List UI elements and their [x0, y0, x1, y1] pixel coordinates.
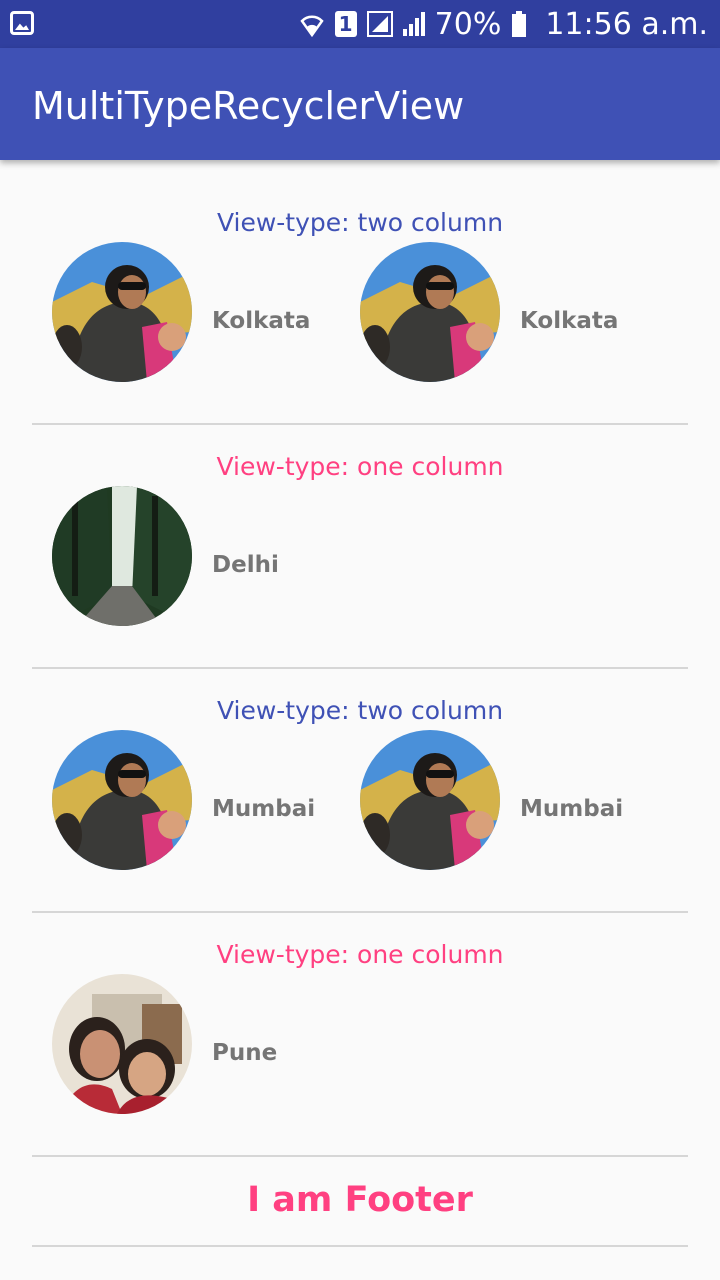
- status-icons: 1 70% 11:56 a.m.: [299, 0, 708, 48]
- city-label: Pune: [212, 1040, 278, 1066]
- avatar-photo[interactable]: [360, 730, 500, 870]
- city-label: Mumbai: [520, 796, 624, 822]
- signal-icon-2: [401, 11, 425, 37]
- footer-label: I am Footer: [247, 1180, 473, 1220]
- clock: 11:56 a.m.: [545, 6, 708, 42]
- app-bar: MultiTypeRecyclerView: [0, 48, 720, 160]
- section-one-column: View-type: one column Delhi: [0, 404, 720, 648]
- footer-divider: [32, 1245, 688, 1247]
- section-one-column: View-type: one column Pune: [0, 892, 720, 1136]
- battery-percent: 70%: [434, 6, 502, 42]
- wifi-icon: [299, 11, 325, 37]
- avatar-photo[interactable]: [52, 974, 192, 1114]
- city-label: Mumbai: [212, 796, 316, 822]
- section-two-column: View-type: two column Kolkata Kolkata: [0, 160, 720, 404]
- status-bar: 1 70% 11:56 a.m.: [0, 0, 720, 48]
- city-label: Kolkata: [520, 308, 619, 334]
- section-header: View-type: one column: [216, 940, 504, 969]
- city-label: Kolkata: [212, 308, 311, 334]
- divider: [32, 1155, 688, 1157]
- gallery-notification-icon: [10, 11, 34, 35]
- avatar-photo[interactable]: [52, 730, 192, 870]
- section-two-column: View-type: two column Mumbai Mumbai: [0, 648, 720, 892]
- section-header: View-type: two column: [216, 696, 504, 725]
- avatar-photo[interactable]: [360, 242, 500, 382]
- section-header: View-type: two column: [216, 208, 504, 237]
- city-label: Delhi: [212, 552, 279, 578]
- sim-slot-badge: 1: [334, 11, 357, 37]
- avatar-photo[interactable]: [52, 486, 192, 626]
- signal-icon: [366, 11, 393, 37]
- battery-icon: [511, 11, 535, 37]
- app-title: MultiTypeRecyclerView: [32, 84, 465, 128]
- section-header: View-type: one column: [216, 452, 504, 481]
- avatar-photo[interactable]: [52, 242, 192, 382]
